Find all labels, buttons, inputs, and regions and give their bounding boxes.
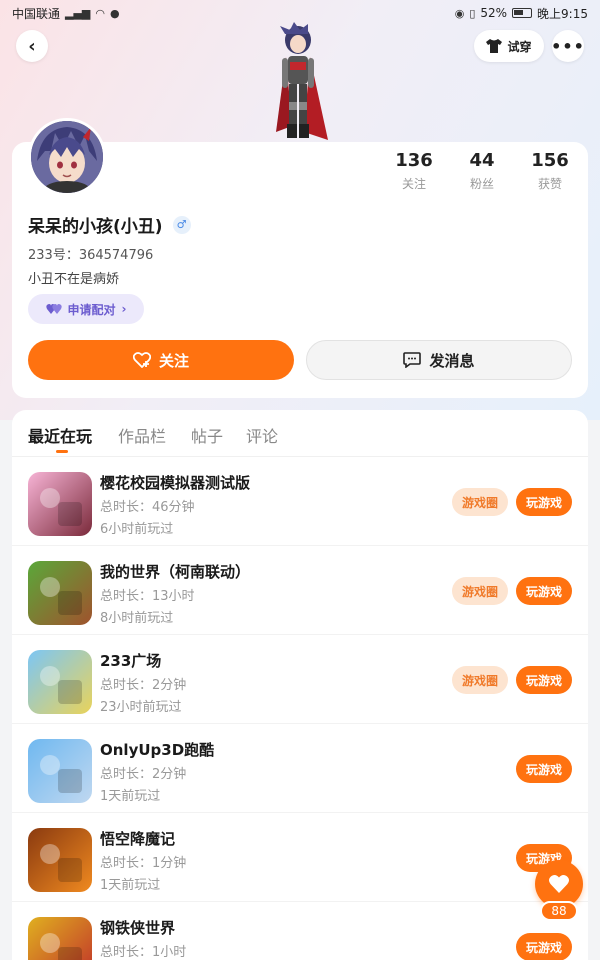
like-count-badge: 88 (540, 901, 578, 921)
game-thumbnail (28, 739, 92, 803)
play-game-button[interactable]: 玩游戏 (516, 666, 572, 694)
try-on-button[interactable]: 试穿 (474, 30, 544, 62)
game-name: 233广场 (100, 652, 162, 670)
game-icon[interactable] (28, 472, 92, 536)
game-name: 我的世界（柯南联动） (100, 563, 251, 581)
signal-icon: ▂▄▆ (65, 6, 91, 20)
play-game-button[interactable]: 玩游戏 (516, 933, 572, 960)
chevron-left-icon: ‹ (28, 35, 36, 57)
more-dots-icon: ••• (551, 36, 585, 56)
game-playtime: 总时长：2分钟 (100, 678, 187, 693)
male-gender-icon: ♂ (172, 215, 191, 234)
game-circle-button[interactable]: 游戏圈 (452, 666, 508, 694)
stat-followers-value: 44 (469, 150, 495, 171)
game-thumbnail (28, 472, 92, 536)
active-tab-indicator (56, 450, 68, 453)
game-playtime: 总时长：13小时 (100, 589, 195, 604)
game-playtime: 总时长：1分钟 (100, 856, 187, 871)
game-last-played: 23小时前玩过 (100, 700, 182, 715)
game-last-played: 8小时前玩过 (100, 611, 174, 626)
shirt-icon (486, 39, 503, 53)
game-name: 悟空降魔记 (100, 830, 176, 848)
heart-plus-icon (132, 352, 151, 368)
game-icon[interactable] (28, 917, 92, 960)
stat-following-value: 136 (395, 150, 433, 171)
avatar[interactable] (28, 118, 106, 196)
more-options-button[interactable]: ••• (551, 30, 585, 62)
stat-following[interactable]: 136 关注 (384, 150, 444, 192)
apply-pair-label: 申请配对 (67, 302, 116, 317)
stat-followers[interactable]: 44 粉丝 (452, 150, 512, 192)
game-thumbnail (28, 917, 92, 960)
battery-icon (512, 8, 533, 18)
game-last-played: 1天前玩过 (100, 878, 161, 893)
game-name: 钢铁侠世界 (100, 919, 176, 937)
carrier-label: 中国联通 (12, 6, 61, 21)
play-game-button[interactable]: 玩游戏 (516, 577, 572, 605)
game-last-played: 1天前玩过 (100, 789, 161, 804)
vibrate-icon: ▯ (469, 6, 476, 20)
game-row[interactable]: 悟空降魔记 总时长：1分钟 1天前玩过 玩游戏 (12, 814, 588, 902)
stat-likes-value: 156 (531, 150, 569, 171)
follow-label: 关注 (158, 351, 189, 370)
play-game-button[interactable]: 玩游戏 (516, 755, 572, 783)
stat-followers-label: 粉丝 (469, 177, 494, 191)
username: 呆呆的小孩(小丑) (28, 217, 163, 237)
game-last-played: 6小时前玩过 (100, 522, 174, 537)
eye-icon: ◉ (454, 6, 465, 20)
avatar-character-figure (276, 22, 328, 140)
send-message-label: 发消息 (429, 351, 475, 370)
game-row[interactable]: 233广场 总时长：2分钟 23小时前玩过 游戏圈 玩游戏 (12, 636, 588, 724)
stat-likes[interactable]: 156 获赞 (520, 150, 580, 192)
play-game-button[interactable]: 玩游戏 (516, 488, 572, 516)
game-icon[interactable] (28, 650, 92, 714)
tabs-divider (12, 456, 588, 457)
game-name: 樱花校园模拟器测试版 (100, 474, 251, 492)
avatar-image (31, 121, 103, 193)
tab-posts[interactable]: 帖子 (191, 423, 223, 447)
game-circle-button[interactable]: 游戏圈 (452, 577, 508, 605)
chevron-right-icon: › (121, 302, 127, 316)
game-row[interactable]: OnlyUp3D跑酷 总时长：2分钟 1天前玩过 玩游戏 (12, 725, 588, 813)
game-thumbnail (28, 561, 92, 625)
wechat-icon: ● (110, 6, 120, 20)
send-message-button[interactable]: 发消息 (306, 340, 572, 380)
stat-following-label: 关注 (401, 177, 426, 191)
chat-bubble-icon (403, 352, 422, 368)
game-playtime: 总时长：1小时 (100, 945, 187, 960)
game-name: OnlyUp3D跑酷 (100, 741, 215, 759)
user-bio: 小丑不在是病娇 (28, 272, 120, 287)
game-row[interactable]: 樱花校园模拟器测试版 总时长：46分钟 6小时前玩过 游戏圈 玩游戏 (12, 458, 588, 546)
game-icon[interactable] (28, 561, 92, 625)
back-button[interactable]: ‹ (16, 30, 48, 62)
tab-comments[interactable]: 评论 (246, 423, 278, 447)
game-playtime: 总时长：46分钟 (100, 500, 195, 515)
double-heart-icon (45, 304, 62, 314)
follow-button[interactable]: 关注 (28, 340, 294, 380)
game-icon[interactable] (28, 739, 92, 803)
game-circle-button[interactable]: 游戏圈 (452, 488, 508, 516)
username-row: 呆呆的小孩(小丑) ♂ (28, 212, 191, 237)
game-playtime: 总时长：2分钟 (100, 767, 187, 782)
game-thumbnail (28, 828, 92, 892)
wifi-icon: ◠ (95, 6, 106, 20)
battery-percent: 52% (480, 6, 508, 20)
apply-pair-button[interactable]: 申请配对 › (28, 294, 144, 324)
tab-recently-played[interactable]: 最近在玩 (28, 423, 92, 447)
game-thumbnail (28, 650, 92, 714)
game-row[interactable]: 钢铁侠世界 总时长：1小时 玩游戏 (12, 903, 588, 960)
game-icon[interactable] (28, 828, 92, 892)
try-on-label: 试穿 (507, 39, 532, 54)
tab-works[interactable]: 作品栏 (118, 423, 166, 447)
stat-likes-label: 获赞 (537, 177, 562, 191)
heart-icon (548, 875, 570, 893)
user-id: 233号：364574796 (28, 248, 154, 263)
game-row[interactable]: 我的世界（柯南联动） 总时长：13小时 8小时前玩过 游戏圈 玩游戏 (12, 547, 588, 635)
clock: 晚上9:15 (537, 6, 588, 21)
